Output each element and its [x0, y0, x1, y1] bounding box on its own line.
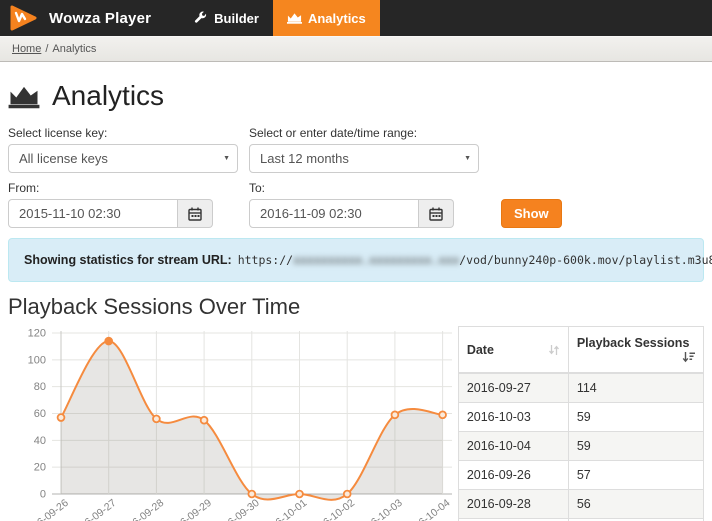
brand-wrap: Wowza Player	[0, 0, 179, 36]
to-date-input[interactable]	[249, 199, 419, 228]
stream-url: https://xxxxxxxxxx.xxxxxxxxx.xxx/vod/bun…	[238, 253, 712, 267]
table-cell: 2016-10-04	[458, 432, 568, 461]
breadcrumb-separator: /	[45, 43, 48, 55]
breadcrumb: Home / Analytics	[0, 36, 712, 62]
stream-filter-alert: Showing statistics for stream URL: https…	[8, 238, 704, 282]
table-cell: 59	[568, 403, 703, 432]
svg-text:2016-09-29: 2016-09-29	[164, 497, 214, 521]
redacted-domain: xxxxxxxxxx.xxxxxxxxx.xxx	[293, 253, 459, 267]
nav-item-analytics[interactable]: Analytics	[273, 0, 380, 36]
table-cell: 57	[568, 461, 703, 490]
area-chart-icon	[287, 11, 302, 25]
svg-text:2016-09-30: 2016-09-30	[212, 497, 262, 521]
svg-text:120: 120	[28, 328, 46, 340]
table-cell: 2016-09-28	[458, 490, 568, 519]
license-key-label: Select license key:	[8, 126, 238, 140]
table-header-date[interactable]: Date	[458, 327, 568, 374]
svg-text:20: 20	[34, 462, 46, 474]
svg-text:60: 60	[34, 408, 46, 420]
table-row: 2016-09-2657	[458, 461, 703, 490]
brand-title: Wowza Player	[49, 10, 151, 27]
area-chart-icon	[8, 83, 40, 110]
to-label: To:	[249, 181, 479, 195]
svg-text:0: 0	[40, 489, 46, 501]
breadcrumb-home-link[interactable]: Home	[12, 43, 41, 55]
table-cell: 56	[568, 490, 703, 519]
svg-text:80: 80	[34, 381, 46, 393]
date-range-select[interactable]: Last 12 months	[249, 144, 479, 173]
table-row: 2016-09-2856	[458, 490, 703, 519]
table-row: 2016-09-27114	[458, 373, 703, 403]
svg-text:2016-09-26: 2016-09-26	[21, 497, 71, 521]
from-calendar-button[interactable]	[178, 199, 213, 228]
license-key-select[interactable]: All license keys	[8, 144, 238, 173]
alert-label: Showing statistics for stream URL:	[24, 253, 232, 267]
table-header-playback-sessions[interactable]: Playback Sessions	[568, 327, 703, 374]
nav-item-label: Analytics	[308, 11, 366, 26]
table-row: 2016-10-0459	[458, 432, 703, 461]
table-row: 2016-10-0359	[458, 403, 703, 432]
sort-both-icon	[548, 344, 560, 356]
page-title: Analytics	[52, 80, 164, 112]
top-navbar: Wowza Player Builder Analytics	[0, 0, 712, 36]
svg-text:40: 40	[34, 435, 46, 447]
svg-text:2016-10-03: 2016-10-03	[355, 497, 405, 521]
playback-sessions-table-wrap: Date Playback Sessions	[458, 326, 704, 521]
breadcrumb-current: Analytics	[52, 43, 96, 55]
show-button[interactable]: Show	[501, 199, 562, 228]
from-date-input[interactable]	[8, 199, 178, 228]
sort-desc-icon	[682, 351, 695, 363]
wrench-icon	[193, 11, 208, 25]
playback-sessions-table: Date Playback Sessions	[458, 326, 704, 521]
area-chart: 0204060801001202016-09-262016-09-272016-…	[8, 326, 456, 521]
table-cell: 114	[568, 373, 703, 403]
calendar-icon	[429, 207, 443, 221]
calendar-icon	[188, 207, 202, 221]
svg-text:100: 100	[28, 354, 46, 366]
nav-item-label: Builder	[214, 11, 259, 26]
section-title: Playback Sessions Over Time	[8, 294, 704, 320]
to-calendar-button[interactable]	[419, 199, 454, 228]
table-cell: 2016-09-27	[458, 373, 568, 403]
svg-text:2016-09-28: 2016-09-28	[117, 497, 167, 521]
svg-text:2016-10-04: 2016-10-04	[403, 497, 453, 521]
wowza-logo-icon	[10, 5, 37, 31]
page-title-row: Analytics	[8, 80, 704, 112]
nav-item-builder[interactable]: Builder	[179, 0, 273, 36]
table-cell: 2016-10-03	[458, 403, 568, 432]
date-range-label: Select or enter date/time range:	[249, 126, 479, 140]
from-label: From:	[8, 181, 238, 195]
table-cell: 59	[568, 432, 703, 461]
table-cell: 2016-09-26	[458, 461, 568, 490]
playback-sessions-chart: 0204060801001202016-09-262016-09-272016-…	[8, 326, 458, 521]
svg-text:2016-09-27: 2016-09-27	[69, 497, 119, 521]
